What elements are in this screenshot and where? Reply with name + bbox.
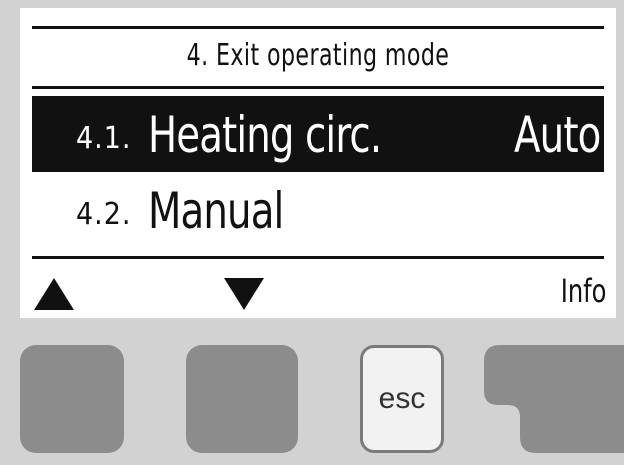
esc-button[interactable]: esc <box>360 345 444 453</box>
menu-item-number: 4.2. <box>76 197 132 232</box>
lcd-screen: 4. Exit operating mode 4.1. Heating circ… <box>20 8 616 318</box>
up-button[interactable] <box>20 345 124 453</box>
info-softkey-label: Info <box>560 272 606 310</box>
down-button[interactable] <box>186 345 298 453</box>
menu-item-heating-circ[interactable]: 4.1. Heating circ. Auto <box>32 96 604 172</box>
menu-item-label: Manual <box>148 182 284 240</box>
menu-item-value: Auto <box>513 106 601 164</box>
triangle-up-icon <box>34 278 74 310</box>
controller-device: 4. Exit operating mode 4.1. Heating circ… <box>0 0 624 465</box>
menu-title: 4. Exit operating mode <box>186 38 450 73</box>
softkey-divider <box>32 256 604 259</box>
info-button[interactable] <box>484 345 624 453</box>
menu-item-manual[interactable]: 4.2. Manual <box>32 172 604 248</box>
menu-item-number: 4.1. <box>76 121 132 156</box>
triangle-down-icon <box>224 278 264 310</box>
title-divider <box>32 86 604 89</box>
top-divider <box>32 26 604 29</box>
menu-item-label: Heating circ. <box>148 106 382 164</box>
esc-button-label: esc <box>378 382 426 415</box>
